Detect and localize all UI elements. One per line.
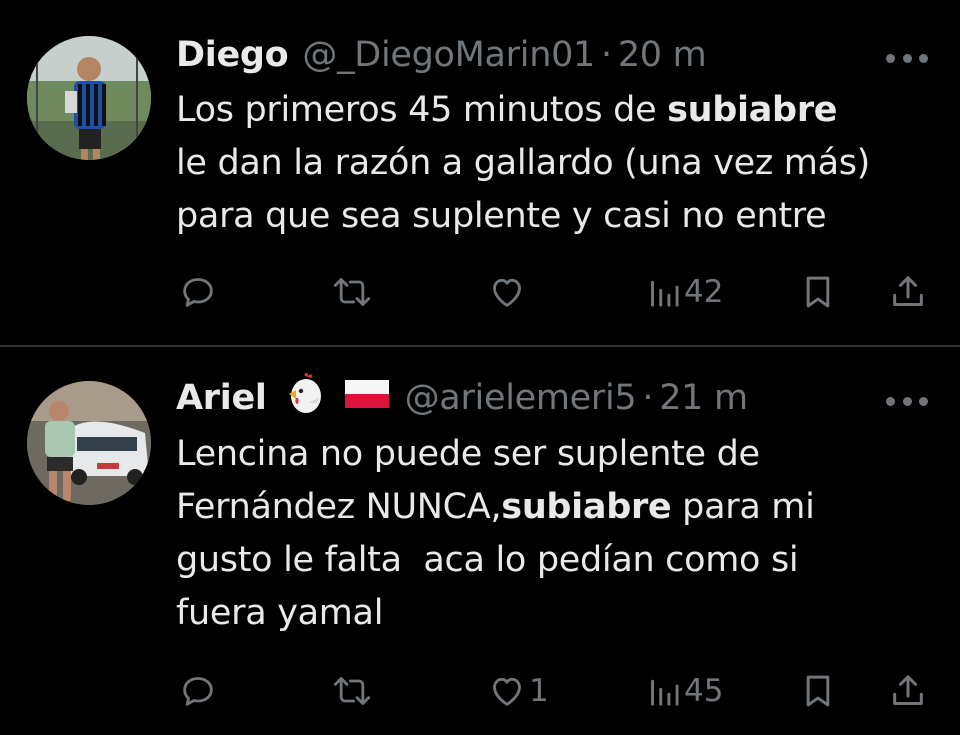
like-button[interactable]: [487, 270, 529, 314]
views-button[interactable]: 42: [646, 270, 723, 314]
tweet[interactable]: Ariel @arielemeri5 · 21 m Lencina no pue…: [0, 347, 960, 735]
user-handle[interactable]: @_DiegoMarin01: [302, 35, 595, 75]
share-button[interactable]: [888, 270, 928, 314]
tweet-header: Diego @_DiegoMarin01 · 20 m: [176, 34, 930, 76]
retweet-button[interactable]: [330, 270, 374, 314]
bookmark-button[interactable]: [800, 270, 836, 314]
views-button[interactable]: 45: [646, 669, 723, 713]
timestamp[interactable]: 20 m: [618, 35, 707, 75]
hashtag-highlight: subiabre: [667, 90, 838, 130]
avatar[interactable]: [27, 381, 151, 505]
retweet-button[interactable]: [330, 669, 374, 713]
reply-icon: [183, 677, 213, 706]
bookmark-button[interactable]: [800, 669, 836, 713]
separator-dot: ·: [642, 378, 654, 418]
more-icon[interactable]: [886, 54, 928, 66]
tweet-header: Ariel @arielemeri5 · 21 m: [176, 372, 930, 421]
bookmark-icon: [806, 276, 830, 308]
like-icon: [493, 677, 521, 706]
display-name[interactable]: Diego: [176, 35, 289, 75]
separator-dot: ·: [601, 35, 612, 75]
poland-flag-icon: [343, 376, 391, 421]
reply-button[interactable]: [178, 270, 218, 314]
like-icon: [493, 278, 521, 307]
views-icon: [651, 679, 679, 706]
reply-button[interactable]: [178, 669, 218, 713]
tweet-actions: 42: [0, 270, 960, 314]
tweet-text: Lencina no puede ser suplente de Fernánd…: [176, 434, 815, 633]
share-button[interactable]: [888, 669, 928, 713]
avatar[interactable]: [27, 36, 151, 160]
chicken-icon: [283, 372, 327, 425]
hashtag-highlight: subiabre: [501, 487, 672, 527]
like-count: 1: [529, 673, 549, 709]
view-count: 45: [684, 673, 724, 709]
more-icon[interactable]: [886, 397, 928, 409]
tweet-text: Los primeros 45 minutos de subiabre le d…: [176, 90, 871, 236]
share-icon: [893, 675, 923, 705]
view-count: 42: [684, 274, 724, 310]
reply-icon: [183, 278, 213, 307]
user-handle[interactable]: @arielemeri5: [405, 378, 637, 418]
views-icon: [651, 280, 679, 307]
bookmark-icon: [806, 675, 830, 707]
share-icon: [893, 276, 923, 306]
tweet[interactable]: Diego @_DiegoMarin01 · 20 m Los primeros…: [0, 0, 960, 345]
timestamp[interactable]: 21 m: [659, 378, 748, 418]
retweet-icon: [333, 278, 371, 306]
retweet-icon: [333, 677, 371, 705]
display-name[interactable]: Ariel: [176, 378, 267, 418]
like-button[interactable]: 1: [487, 669, 549, 713]
tweet-actions: 1 45: [0, 669, 960, 713]
